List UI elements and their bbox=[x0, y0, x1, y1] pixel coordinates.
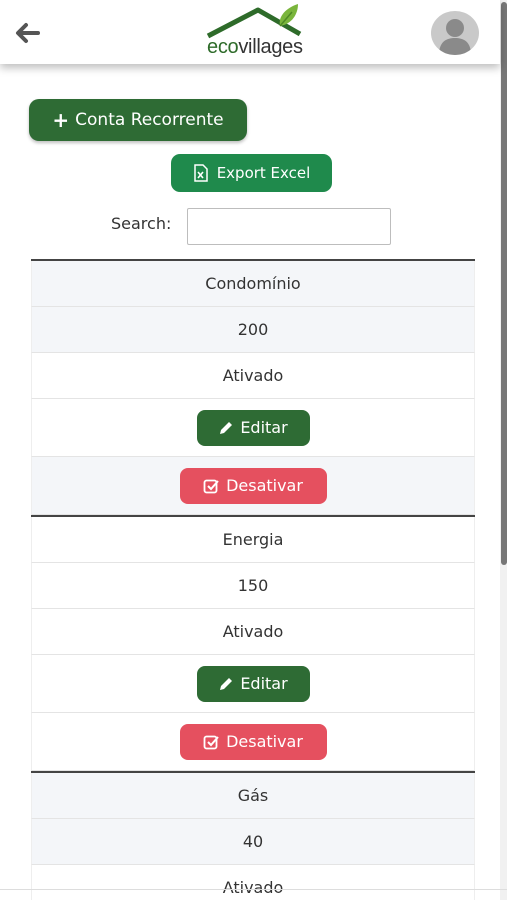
record-deactivate-cell: Desativar bbox=[31, 457, 475, 515]
user-avatar[interactable] bbox=[431, 11, 479, 55]
search-input[interactable] bbox=[187, 208, 391, 245]
deactivate-label: Desativar bbox=[226, 476, 303, 495]
record-name: Condomínio bbox=[31, 261, 475, 307]
record-value: 200 bbox=[31, 307, 475, 353]
record-status: Ativado bbox=[31, 353, 475, 399]
recurring-accounts-table: Condomínio 200 Ativado Editar Desativar … bbox=[31, 259, 475, 900]
plus-icon: + bbox=[52, 108, 70, 132]
add-recurring-account-button[interactable]: + Conta Recorrente bbox=[29, 99, 247, 141]
record-status: Ativado bbox=[31, 865, 475, 900]
record-value: 150 bbox=[31, 563, 475, 609]
back-arrow-icon[interactable] bbox=[12, 18, 42, 48]
table-record: Energia 150 Ativado Editar Desativar bbox=[31, 515, 475, 771]
table-record: Condomínio 200 Ativado Editar Desativar bbox=[31, 259, 475, 515]
search-label: Search: bbox=[111, 214, 172, 233]
record-deactivate-cell: Desativar bbox=[31, 713, 475, 771]
check-square-icon bbox=[203, 479, 219, 493]
record-edit-cell: Editar bbox=[31, 655, 475, 713]
export-excel-button[interactable]: Export Excel bbox=[171, 154, 332, 192]
pencil-icon bbox=[220, 677, 233, 690]
edit-label: Editar bbox=[240, 674, 288, 693]
pencil-icon bbox=[220, 421, 233, 434]
logo-text-prefix: eco bbox=[207, 36, 239, 58]
scrollbar-thumb[interactable] bbox=[501, 2, 507, 565]
edit-label: Editar bbox=[240, 418, 288, 437]
check-square-icon bbox=[203, 735, 219, 749]
app-header: ecovillages bbox=[0, 0, 500, 64]
export-excel-label: Export Excel bbox=[216, 164, 311, 182]
record-edit-cell: Editar bbox=[31, 399, 475, 457]
record-name: Gás bbox=[31, 773, 475, 819]
add-recurring-label: Conta Recorrente bbox=[75, 110, 224, 130]
bottom-divider bbox=[0, 889, 507, 890]
deactivate-button[interactable]: Desativar bbox=[179, 723, 327, 760]
deactivate-button[interactable]: Desativar bbox=[179, 467, 327, 504]
record-status: Ativado bbox=[31, 609, 475, 655]
edit-button[interactable]: Editar bbox=[196, 665, 310, 702]
deactivate-label: Desativar bbox=[226, 732, 303, 751]
excel-file-icon bbox=[193, 164, 208, 182]
record-value: 40 bbox=[31, 819, 475, 865]
record-name: Energia bbox=[31, 517, 475, 563]
logo-text: ecovillages bbox=[207, 36, 303, 59]
logo-text-suffix: villages bbox=[238, 36, 303, 58]
edit-button[interactable]: Editar bbox=[196, 409, 310, 446]
table-record: Gás 40 Ativado bbox=[31, 771, 475, 900]
ecovillages-logo: ecovillages bbox=[200, 4, 318, 60]
